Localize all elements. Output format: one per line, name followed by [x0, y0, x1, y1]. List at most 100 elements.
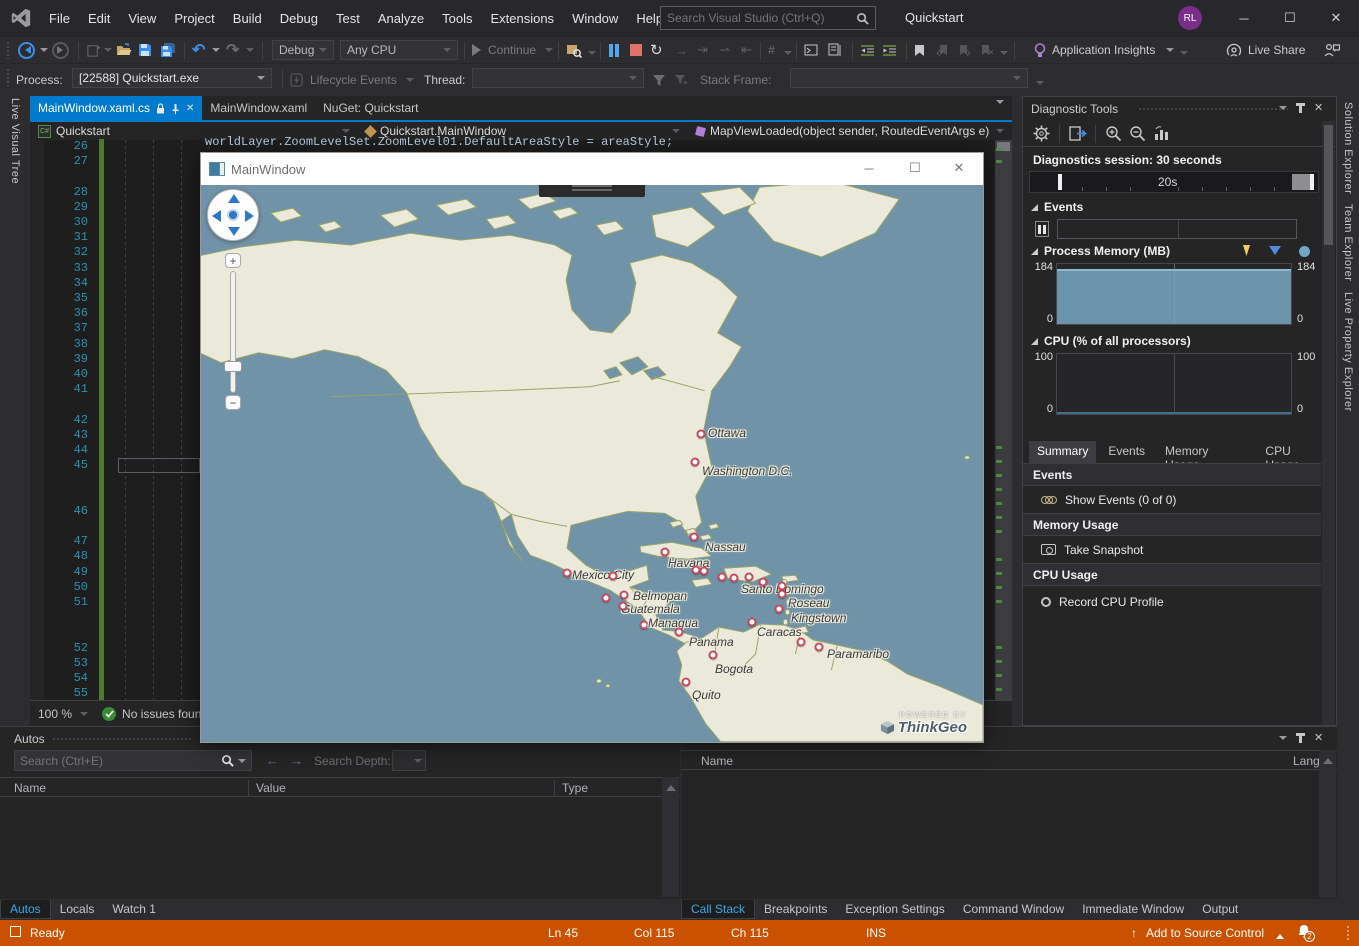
- search-input[interactable]: [667, 11, 856, 25]
- close-icon[interactable]: ✕: [1314, 101, 1323, 114]
- app-close-button[interactable]: ✕: [937, 153, 981, 183]
- tab-team-explorer[interactable]: Team Explorer: [1342, 204, 1354, 281]
- menu-project[interactable]: Project: [165, 11, 223, 26]
- collapse-icon[interactable]: [1031, 248, 1038, 255]
- window-position-icon[interactable]: [1279, 736, 1287, 744]
- app-window-titlebar[interactable]: MainWindow ─ ☐ ✕: [201, 153, 983, 185]
- stop-debugging-icon[interactable]: [630, 40, 642, 60]
- undo-icon[interactable]: ↶: [192, 40, 205, 60]
- debug-toolbar-overflow-icon[interactable]: [1036, 70, 1044, 90]
- tab-solution-explorer[interactable]: Solution Explorer: [1342, 102, 1354, 194]
- breadcrumb-member[interactable]: MapViewLoaded(object sender, RoutedEvent…: [688, 122, 1012, 140]
- search-depth-combo[interactable]: [392, 750, 426, 771]
- search-box[interactable]: [660, 6, 876, 30]
- timeline-ruler[interactable]: 20s: [1029, 171, 1319, 193]
- collapse-icon[interactable]: [1031, 204, 1038, 211]
- menu-debug[interactable]: Debug: [271, 11, 327, 26]
- application-insights-dropdown-icon[interactable]: [1166, 40, 1174, 60]
- menu-edit[interactable]: Edit: [79, 11, 119, 26]
- continue-icon[interactable]: [472, 40, 487, 60]
- next-bookmark-icon[interactable]: [958, 40, 971, 60]
- pin-icon[interactable]: [171, 103, 180, 114]
- tab-breakpoints[interactable]: Breakpoints: [755, 900, 836, 918]
- window-position-icon[interactable]: [1279, 106, 1287, 114]
- menu-tools[interactable]: Tools: [433, 11, 481, 26]
- tab-output[interactable]: Output: [1193, 900, 1247, 918]
- pin-icon[interactable]: [1299, 733, 1302, 743]
- map-view[interactable]: OttawaWashington D.C.NassauHavanaMexico …: [201, 185, 983, 742]
- breakpoints-dropdown-icon[interactable]: [784, 40, 792, 60]
- menu-extensions[interactable]: Extensions: [481, 11, 563, 26]
- redo-icon[interactable]: ↷: [226, 40, 239, 60]
- callstack-scrollbar[interactable]: [1319, 750, 1336, 898]
- menu-test[interactable]: Test: [327, 11, 369, 26]
- new-project-icon[interactable]: [86, 40, 101, 60]
- timeline-end-marker[interactable]: [1310, 174, 1314, 190]
- tab-exception-settings[interactable]: Exception Settings: [836, 900, 953, 918]
- tab-command-window[interactable]: Command Window: [954, 900, 1073, 918]
- process-combo[interactable]: [22588] Quickstart.exe: [72, 68, 272, 88]
- toggle-bookmark-icon[interactable]: [914, 40, 925, 60]
- navigate-forward-icon[interactable]: [52, 40, 69, 60]
- export-icon[interactable]: [1069, 125, 1087, 142]
- pan-down-icon[interactable]: [228, 227, 240, 236]
- menu-view[interactable]: View: [119, 11, 165, 26]
- zoom-out-button[interactable]: −: [225, 395, 241, 410]
- close-icon[interactable]: ✕: [1314, 731, 1323, 744]
- restart-icon[interactable]: ↻: [650, 40, 663, 60]
- menu-file[interactable]: File: [40, 11, 79, 26]
- maximize-button[interactable]: ☐: [1267, 0, 1313, 36]
- column-name[interactable]: Name: [701, 754, 733, 768]
- minimize-button[interactable]: ─: [1221, 0, 1267, 36]
- column-value[interactable]: Value: [256, 781, 286, 795]
- application-insights-overflow-icon[interactable]: [1180, 40, 1188, 60]
- close-tab-icon[interactable]: ✕: [186, 103, 194, 114]
- send-feedback-icon[interactable]: [1324, 40, 1340, 60]
- bookmark-overflow-icon[interactable]: [1000, 40, 1008, 60]
- settings-gear-icon[interactable]: [1033, 125, 1050, 142]
- timeline-start-marker[interactable]: [1058, 174, 1062, 190]
- tab-live-visual-tree[interactable]: Live Visual Tree: [9, 98, 21, 184]
- save-all-icon[interactable]: [160, 40, 176, 60]
- zoom-in-button[interactable]: +: [225, 253, 241, 268]
- clear-bookmarks-icon[interactable]: [980, 40, 993, 60]
- menu-build[interactable]: Build: [224, 11, 271, 26]
- continue-dropdown-icon[interactable]: [545, 40, 553, 60]
- tab-nuget-quickstart[interactable]: NuGet: Quickstart: [315, 96, 426, 120]
- add-to-source-control-button[interactable]: Add to Source Control: [1146, 926, 1264, 940]
- source-control-expand-icon[interactable]: [1276, 930, 1284, 939]
- app-maximize-button[interactable]: ☐: [893, 153, 937, 183]
- continue-button[interactable]: Continue: [488, 40, 536, 60]
- show-output-icon[interactable]: [804, 40, 819, 60]
- pan-up-icon[interactable]: [228, 194, 240, 203]
- column-type[interactable]: Type: [562, 781, 588, 795]
- avatar[interactable]: RL: [1178, 6, 1202, 30]
- editor-scrollbar[interactable]: [995, 140, 1012, 700]
- column-language[interactable]: Lang: [1293, 754, 1319, 768]
- solution-configuration-combo[interactable]: Debug: [272, 40, 334, 60]
- undo-dropdown-icon[interactable]: [212, 40, 220, 60]
- tab-watch-1[interactable]: Watch 1: [103, 900, 165, 918]
- new-project-dropdown-icon[interactable]: [104, 40, 112, 60]
- tab-mainwindow-xaml-cs[interactable]: MainWindow.xaml.cs✕: [30, 96, 202, 120]
- editor-zoom-combo[interactable]: 100 %: [38, 707, 72, 721]
- timeline-range-zone[interactable]: [1292, 174, 1310, 190]
- pan-right-icon[interactable]: [245, 210, 254, 222]
- tab-immediate-window[interactable]: Immediate Window: [1073, 900, 1193, 918]
- column-name[interactable]: Name: [14, 781, 46, 795]
- show-next-statement-icon[interactable]: →: [675, 40, 688, 60]
- zoom-slider-thumb[interactable]: [224, 361, 242, 372]
- background-tasks-icon[interactable]: [10, 926, 21, 937]
- menu-analyze[interactable]: Analyze: [369, 11, 433, 26]
- attach-to-process-icon[interactable]: [566, 40, 582, 60]
- debug-runtime-toolbar[interactable]: [539, 185, 645, 197]
- navigate-back-dropdown-icon[interactable]: [40, 40, 48, 60]
- collapse-icon[interactable]: [1031, 338, 1038, 345]
- search-options-icon[interactable]: [238, 759, 246, 767]
- autos-scrollbar[interactable]: [662, 777, 679, 897]
- pan-center-icon[interactable]: [227, 209, 239, 221]
- tab-autos[interactable]: Autos: [0, 900, 51, 919]
- save-icon[interactable]: [138, 40, 152, 60]
- redo-dropdown-icon[interactable]: [246, 40, 254, 60]
- breakpoint-gutter[interactable]: [30, 140, 44, 700]
